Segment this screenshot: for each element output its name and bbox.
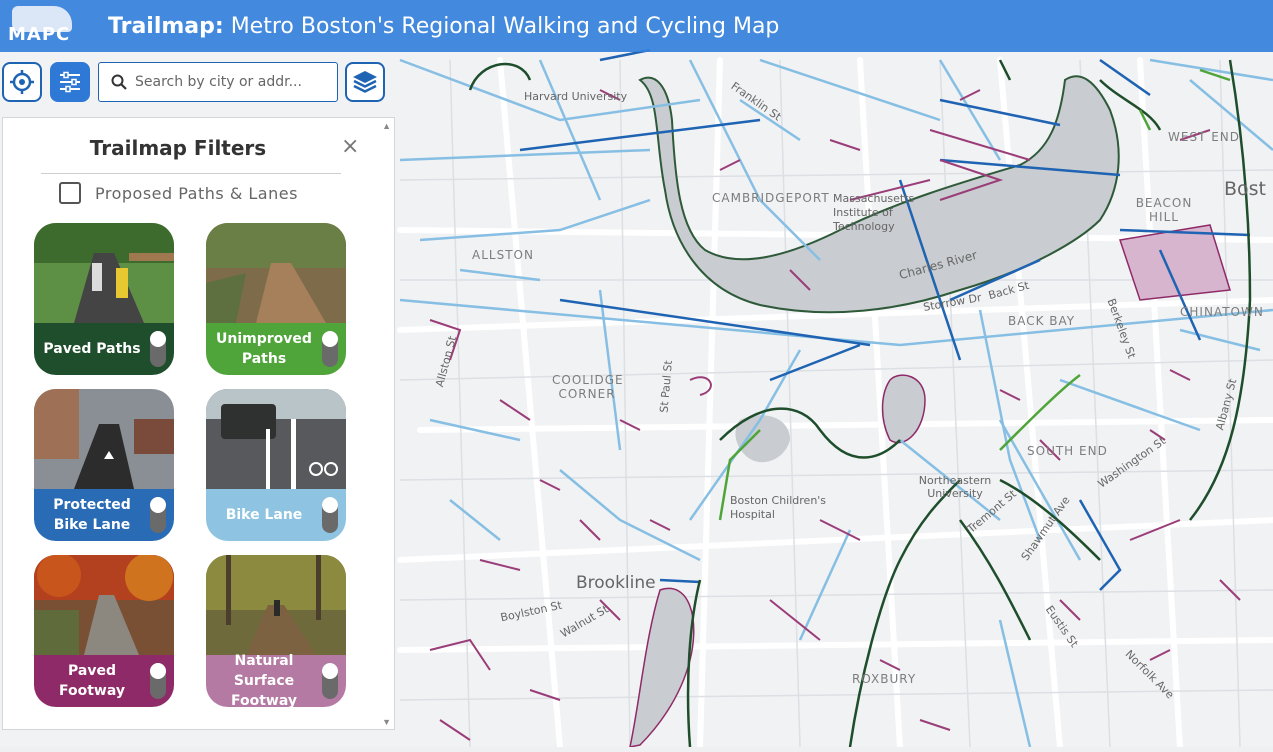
sliders-icon [60, 71, 80, 93]
map-label-beacon-hill: BEACON HILL [1135, 196, 1193, 224]
title-rest: Metro Boston's Regional Walking and Cycl… [230, 13, 780, 39]
crosshair-icon [10, 70, 34, 94]
search-input[interactable] [133, 73, 327, 91]
map-label-west-end: WEST END [1168, 130, 1241, 144]
card-label: Natural Surface Footway [230, 653, 297, 707]
logo-text: MAPC [8, 24, 71, 45]
toggle-knob [150, 663, 166, 679]
card-label: Bike Lane [225, 507, 303, 523]
filter-button[interactable] [50, 62, 90, 102]
map-label-cambridgeport: CAMBRIDGEPORT [712, 191, 830, 205]
toggle-knob [150, 331, 166, 347]
filter-card-protected-bike-lane[interactable]: Protected Bike Lane [34, 389, 174, 541]
app-header: MAPC Trailmap: Metro Boston's Regional W… [0, 0, 1273, 52]
paved-paths-photo [34, 223, 174, 323]
divider [41, 173, 341, 174]
filter-card-unimproved-paths[interactable]: Unimproved Paths [206, 223, 346, 375]
map-label-harvard-university: Harvard University [524, 90, 628, 103]
panel-title: Trailmap Filters [89, 136, 267, 160]
scroll-up-arrow[interactable]: ▲ [382, 121, 391, 131]
toggle-knob [322, 331, 338, 347]
search-box[interactable] [98, 62, 338, 102]
filters-panel: ▲ Trailmap Filters × Proposed Paths & La… [2, 117, 395, 730]
natural-surface-footway-photo [206, 555, 346, 655]
map-label-northeastern: Northeastern University [918, 474, 992, 500]
toggle-knob [322, 663, 338, 679]
map-label-back-bay: BACK BAY [1008, 314, 1076, 328]
map-label-boston: Bost [1224, 178, 1267, 200]
map-label-roxbury: ROXBURY [852, 672, 917, 686]
toggle-switch[interactable] [150, 331, 166, 367]
map-label-allston: ALLSTON [472, 248, 534, 262]
search-icon [111, 74, 127, 90]
filter-card-natural-surface-footway[interactable]: Natural Surface Footway [206, 555, 346, 707]
locate-button[interactable] [2, 62, 42, 102]
map-label-coolidge-corner: COOLIDGE CORNER [552, 373, 624, 401]
proposed-toggle[interactable]: Proposed Paths & Lanes [59, 182, 298, 204]
bike-lane-photo [206, 389, 346, 489]
map-label-brookline: Brookline [576, 573, 656, 593]
map-label-south-end: SOUTH END [1027, 444, 1108, 458]
layers-icon [353, 71, 377, 93]
unimproved-paths-photo [206, 223, 346, 323]
toggle-switch[interactable] [322, 331, 338, 367]
map-label-childrens-hospital: Boston Children's Hospital [730, 494, 827, 521]
toggle-switch[interactable] [150, 663, 166, 699]
protected-bike-lane-photo [34, 389, 174, 489]
layers-button[interactable] [345, 62, 385, 102]
mapc-logo[interactable]: MAPC [2, 2, 86, 50]
paved-footway-photo [34, 555, 174, 655]
close-icon[interactable]: × [341, 136, 359, 158]
filter-card-paved-paths[interactable]: Paved Paths [34, 223, 174, 375]
toggle-knob [150, 497, 166, 513]
toggle-switch[interactable] [322, 497, 338, 533]
proposed-label: Proposed Paths & Lanes [95, 183, 298, 203]
card-label: Unimproved Paths [216, 331, 312, 367]
page-title: Trailmap: Metro Boston's Regional Walkin… [108, 14, 779, 39]
proposed-checkbox[interactable] [59, 182, 81, 204]
filter-card-bike-lane[interactable]: Bike Lane [206, 389, 346, 541]
scroll-down-arrow[interactable]: ▼ [382, 717, 391, 727]
card-label: Paved Paths [43, 341, 141, 357]
card-label: Protected Bike Lane [53, 497, 131, 533]
toggle-knob [322, 497, 338, 513]
filter-card-paved-footway[interactable]: Paved Footway [34, 555, 174, 707]
card-label: Paved Footway [58, 663, 125, 699]
map-label-mit: Massachusetts Institute of Technology [833, 192, 915, 233]
toggle-switch[interactable] [322, 663, 338, 699]
map-label-chinatown: CHINATOWN [1180, 305, 1264, 319]
title-bold: Trailmap: [108, 13, 224, 39]
toggle-switch[interactable] [150, 497, 166, 533]
